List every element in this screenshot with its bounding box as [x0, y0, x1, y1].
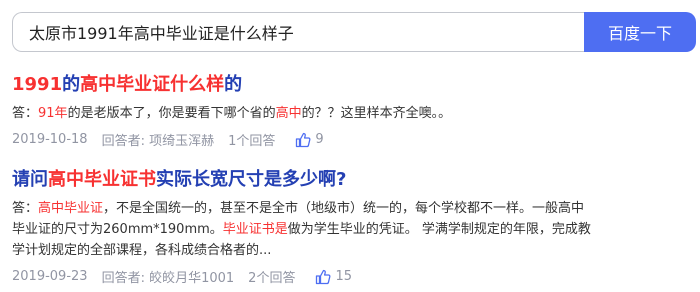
search-result: 请问高中毕业证书实际长宽尺寸是多少啊? 答：高中毕业证，不是全国统一的，甚至不是… [12, 168, 592, 286]
snippet-text: 的是老版本了，你是要看下哪个省的 [67, 106, 276, 121]
title-text: 的 [62, 74, 81, 95]
search-bar: 百度一下 [12, 12, 696, 52]
search-input[interactable] [12, 12, 584, 52]
snippet-highlight: 高中毕业证 [38, 201, 104, 216]
result-answerer: 回答者: 项绮玉浑赫 [101, 134, 215, 149]
title-text: 请问 [12, 169, 48, 190]
title-highlight: 1991 [12, 74, 63, 95]
result-title-link[interactable]: 请问高中毕业证书实际长宽尺寸是多少啊? [12, 168, 592, 192]
result-meta: 2019-09-23 回答者: 皎皎月华1001 2个回答 15 [12, 267, 592, 286]
result-date: 2019-10-18 [12, 132, 88, 147]
result-snippet: 答：高中毕业证，不是全国统一的，甚至不是全市（地级市）统一的，每个学校都不一样。… [12, 198, 592, 261]
result-answerer: 回答者: 皎皎月华1001 [101, 271, 235, 286]
answer-label: 答： [12, 201, 39, 216]
snippet-text: 的？？这里样本齐全噢。。 [301, 106, 452, 121]
result-snippet: 答：91年的是老版本了，你是要看下哪个省的高中的？？这里样本齐全噢。。 [12, 103, 592, 124]
search-result: 1991的高中毕业证什么样的 答：91年的是老版本了，你是要看下哪个省的高中的？… [12, 73, 592, 149]
snippet-highlight: 高中 [275, 106, 302, 121]
thumb-up-icon [296, 132, 311, 147]
answer-count: 1个回答 [228, 134, 276, 149]
title-highlight: 高中毕业证书 [48, 169, 156, 190]
answer-label: 答： [12, 106, 39, 121]
result-date: 2019-09-23 [12, 269, 88, 284]
title-highlight: 高中毕业证什么样 [80, 74, 225, 95]
like-button[interactable]: 15 [315, 269, 366, 285]
title-text: 实际长宽尺寸是多少啊? [156, 169, 347, 190]
title-text: 的 [224, 74, 243, 95]
like-count: 15 [335, 269, 352, 284]
snippet-highlight: 91年 [38, 106, 68, 121]
answer-count: 2个回答 [248, 271, 296, 286]
thumb-up-icon [316, 269, 331, 284]
result-meta: 2019-10-18 回答者: 项绮玉浑赫 1个回答 9 [12, 130, 592, 149]
snippet-highlight: 毕业证书是 [222, 222, 288, 237]
result-title-link[interactable]: 1991的高中毕业证什么样的 [12, 73, 592, 97]
like-count: 9 [315, 132, 324, 147]
search-button[interactable]: 百度一下 [584, 12, 696, 52]
like-button[interactable]: 9 [295, 132, 337, 148]
